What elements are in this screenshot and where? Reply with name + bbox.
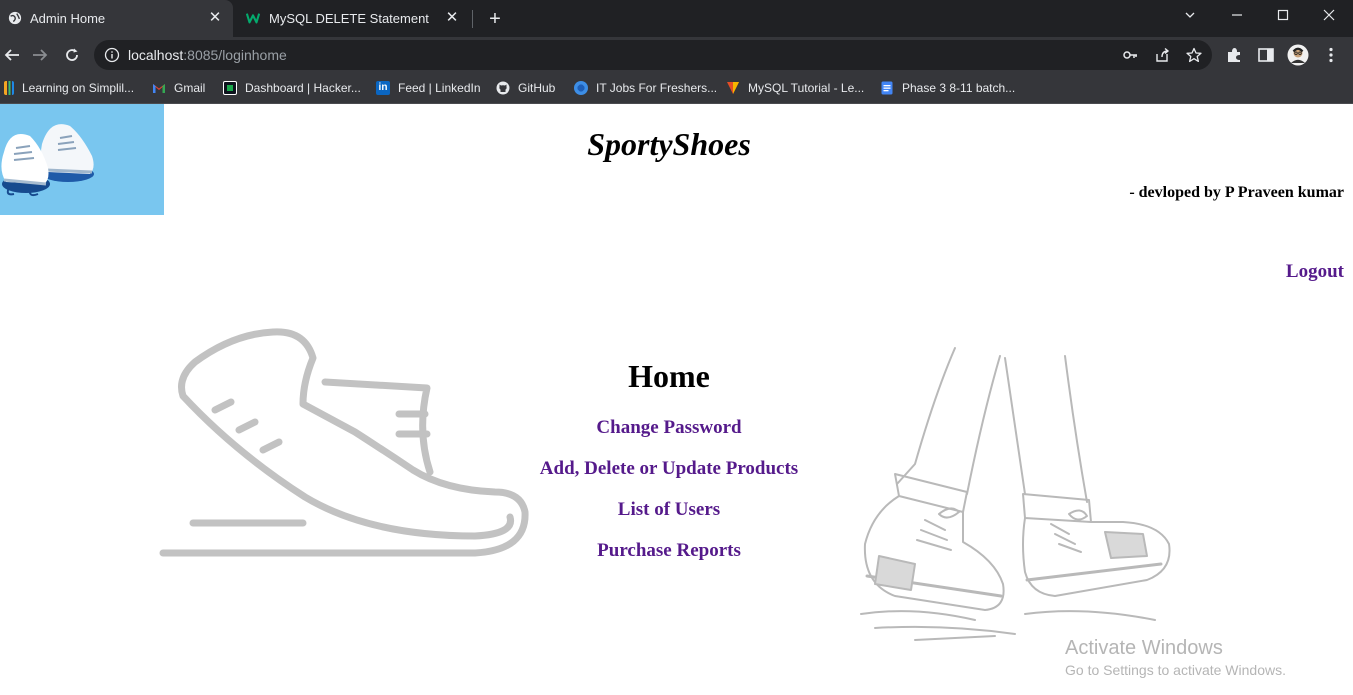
tab-search-chevron-icon[interactable] [1167, 0, 1213, 30]
bookmark-github[interactable]: GitHub [496, 79, 555, 97]
bookmark-label: Feed | LinkedIn [398, 81, 481, 95]
bookmark-label: Dashboard | Hacker... [245, 81, 361, 95]
new-tab-plus-icon[interactable]: + [484, 8, 506, 30]
password-key-icon[interactable] [1122, 47, 1138, 63]
bookmark-hackerrank[interactable]: Dashboard | Hacker... [223, 79, 361, 97]
window-close-icon[interactable] [1306, 0, 1352, 30]
browser-toolbar: localhost:8085/loginhome [0, 37, 1353, 72]
maximize-icon[interactable] [1260, 0, 1306, 30]
logout-link[interactable]: Logout [1286, 261, 1344, 283]
profile-avatar-icon[interactable] [1287, 44, 1309, 66]
bookmark-simplilearn[interactable]: Learning on Simplil... [4, 79, 134, 97]
side-panel-icon[interactable] [1257, 46, 1275, 64]
linkedin-icon: in [376, 81, 390, 95]
bookmark-label: Gmail [174, 81, 206, 95]
mysql-icon [727, 82, 739, 94]
gmail-icon [153, 84, 165, 93]
simplilearn-icon [4, 81, 14, 95]
bookmark-label: GitHub [518, 81, 556, 95]
close-icon[interactable]: ✕ [443, 9, 461, 27]
more-menu-icon[interactable] [1322, 46, 1340, 64]
tab-title: MySQL DELETE Statement [269, 11, 429, 26]
close-icon[interactable]: ✕ [206, 9, 224, 27]
address-bar[interactable]: localhost:8085/loginhome [94, 40, 1212, 70]
activate-windows-watermark: Activate Windows [1065, 637, 1223, 659]
w3schools-icon [246, 13, 260, 24]
bookmark-mysql-tutorial[interactable]: MySQL Tutorial - Le... [726, 79, 864, 97]
web-page: SportyShoes - devloped by P Praveen kuma… [0, 104, 1353, 695]
url-path: :8085/loginhome [183, 47, 287, 63]
reload-icon[interactable] [60, 43, 84, 67]
url-text: localhost:8085/loginhome [128, 47, 287, 63]
url-host: localhost [128, 47, 184, 63]
tab-title: Admin Home [30, 11, 106, 26]
browser-tab-strip: Admin Home ✕ MySQL DELETE Statement ✕ + [0, 0, 1353, 37]
site-info-icon[interactable] [104, 47, 120, 63]
bookmark-it-jobs[interactable]: IT Jobs For Freshers... [574, 79, 717, 97]
hackerrank-icon [223, 81, 237, 95]
share-icon[interactable] [1154, 47, 1170, 63]
developer-credit: - devloped by P Praveen kumar [1129, 184, 1344, 201]
site-title: SportyShoes [587, 126, 751, 162]
minimize-icon[interactable] [1214, 0, 1260, 30]
docs-icon [881, 81, 893, 95]
bookmarks-bar: Learning on Simplil... Gmail Dashboard |… [0, 72, 1353, 104]
tab-divider [472, 10, 473, 28]
bookmark-label: MySQL Tutorial - Le... [748, 81, 865, 95]
activate-windows-hint: Go to Settings to activate Windows. [1065, 662, 1286, 678]
bookmark-phase3-doc[interactable]: Phase 3 8-11 batch... [880, 79, 1015, 97]
bookmark-star-icon[interactable] [1186, 47, 1202, 63]
github-icon [496, 81, 510, 95]
tab-admin-home[interactable]: Admin Home ✕ [0, 0, 233, 37]
bookmark-linkedin[interactable]: in Feed | LinkedIn [376, 79, 481, 97]
bookmark-label: IT Jobs For Freshers... [596, 81, 718, 95]
jobs-icon [574, 81, 588, 95]
bookmark-label: Phase 3 8-11 batch... [902, 81, 1016, 95]
back-arrow-icon[interactable] [0, 43, 24, 67]
extensions-puzzle-icon[interactable] [1225, 46, 1243, 64]
bookmark-label: Learning on Simplil... [22, 81, 135, 95]
walking-feet-illustration-icon [860, 347, 1171, 641]
globe-icon [8, 11, 22, 25]
forward-arrow-icon[interactable] [28, 43, 52, 67]
tab-mysql-delete[interactable]: MySQL DELETE Statement ✕ [235, 0, 470, 37]
bookmark-gmail[interactable]: Gmail [152, 79, 205, 97]
